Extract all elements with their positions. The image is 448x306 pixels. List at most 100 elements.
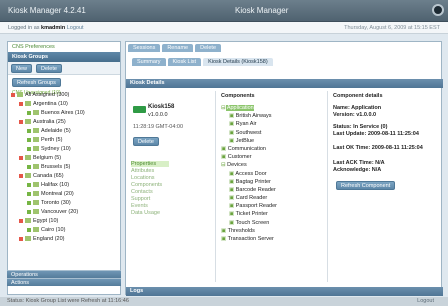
component-item[interactable]: ▣ Touch Screen [229, 220, 277, 228]
expand-icon[interactable] [19, 119, 23, 124]
component-item[interactable]: ▣ Bagtag Printer [229, 179, 277, 187]
component-item[interactable]: ▣ Transaction Server [221, 236, 277, 244]
kiosk-timestamp: 11:28:19 GMT-04:00 [133, 124, 184, 130]
tree-item-label: Buenos Aires (10) [41, 109, 85, 116]
tree-item[interactable]: Halifax (10) [27, 180, 119, 189]
expand-icon[interactable] [27, 227, 31, 232]
component-label: Customer [226, 154, 252, 161]
tree-item[interactable]: Buenos Aires (10) [27, 108, 119, 117]
operations-accordion[interactable]: Operations [7, 270, 121, 278]
expand-icon[interactable] [19, 236, 23, 241]
tree-item[interactable]: Sydney (10) [27, 144, 119, 153]
folder-icon [33, 128, 39, 133]
tree-item[interactable]: Belgium (5) [19, 153, 119, 162]
component-item[interactable]: ▣ Customer [221, 154, 277, 162]
user-bar: Logged in as kmadmin Logout Thursday, Au… [0, 22, 448, 34]
refresh-component-button[interactable]: Refresh Component [336, 181, 396, 190]
tree-item[interactable]: England (20) [19, 234, 119, 243]
component-item[interactable]: ▣ Access Door [229, 171, 277, 179]
kiosk-delete-button[interactable]: Delete [133, 137, 159, 146]
component-item[interactable]: ▣ JetBlue [229, 138, 277, 146]
component-label: Thresholds [226, 227, 255, 234]
delete-group-button[interactable]: Delete [36, 64, 62, 73]
expand-icon[interactable] [27, 164, 31, 169]
support-link[interactable]: Support [131, 196, 169, 202]
sessions-tab[interactable]: Sessions [128, 44, 161, 52]
attributes-link[interactable]: Attributes [131, 168, 169, 174]
status-logout[interactable]: Logout [417, 298, 434, 304]
tree-item-label: Perth (5) [41, 136, 63, 143]
data-usage-link[interactable]: Data Usage [131, 210, 169, 216]
expand-icon[interactable] [19, 218, 23, 223]
last-ok-time: Last OK Time: 2009-08-11 11:25:04 [333, 145, 423, 151]
locations-link[interactable]: Locations [131, 175, 169, 181]
tree-item[interactable]: Vancouver (20) [27, 207, 119, 216]
component-item[interactable]: ⊟ Devices [221, 162, 277, 170]
new-button[interactable]: New [11, 64, 33, 73]
events-link[interactable]: Events [131, 203, 169, 209]
component-label: Application [225, 105, 254, 111]
tree-item[interactable]: Montreal (20) [27, 189, 119, 198]
tree-item[interactable]: Cairo (10) [27, 225, 119, 234]
delete-tab[interactable]: Delete [195, 44, 222, 52]
tree-item[interactable]: Brussels (5) [27, 162, 119, 171]
component-tree: ⊟ Application ▣ British Airways ▣ Ryan Air… [221, 105, 277, 244]
kiosk-list-tab[interactable]: Kiosk List [167, 58, 202, 66]
folder-icon [25, 155, 31, 160]
component-item[interactable]: ▣ Passport Reader [229, 203, 277, 211]
app-logo-icon [432, 4, 444, 16]
kiosk-version: v1.0.0.0 [148, 112, 168, 118]
component-name: Name: Application [333, 105, 382, 111]
components-link[interactable]: Components [131, 182, 169, 188]
expand-icon[interactable] [27, 182, 31, 187]
tree-item[interactable]: All Assigned (300) [11, 90, 119, 99]
summary-tab[interactable]: Summary [132, 58, 166, 66]
preferences-link[interactable]: CNS Preferences [8, 42, 120, 52]
component-item[interactable]: ▣ Card Reader [229, 195, 277, 203]
properties-link[interactable]: Properties [131, 161, 169, 167]
tree-item-label: Cairo (10) [41, 226, 66, 233]
tree-item[interactable]: Australia (25) [19, 117, 119, 126]
tree-item[interactable]: Perth (5) [27, 135, 119, 144]
component-item[interactable]: ⊟ Application [221, 105, 277, 113]
component-item[interactable]: ▣ British Airways [229, 113, 277, 121]
rename-tab[interactable]: Rename [162, 44, 194, 52]
kiosk-details-tab[interactable]: Kiosk Details (Kiosk158) [203, 58, 273, 66]
expand-icon[interactable] [27, 146, 31, 151]
tree-item-label: England (20) [33, 235, 65, 242]
expand-icon[interactable] [27, 137, 31, 142]
component-status-icon: ⊟ [221, 105, 226, 111]
contacts-link[interactable]: Contacts [131, 189, 169, 195]
tree-item[interactable]: Toronto (30) [27, 198, 119, 207]
component-item[interactable]: ▣ Southwest [229, 130, 277, 138]
component-item[interactable]: ▣ Barcode Reader [229, 187, 277, 195]
tree-item[interactable]: Egypt (10) [19, 216, 119, 225]
component-label: Card Reader [234, 195, 268, 202]
refresh-groups-button[interactable]: Refresh Groups [12, 78, 61, 87]
expand-icon[interactable] [27, 200, 31, 205]
expand-icon[interactable] [19, 173, 23, 178]
expand-icon[interactable] [19, 101, 23, 106]
component-item[interactable]: ▣ Thresholds [221, 228, 277, 236]
expand-icon[interactable] [27, 110, 31, 115]
kiosk-device-icon [133, 106, 146, 113]
logout-link[interactable]: Logout [67, 25, 84, 31]
component-label: Southwest [234, 129, 262, 136]
expand-icon[interactable] [27, 191, 31, 196]
folder-icon [25, 101, 31, 106]
component-item[interactable]: ▣ Communication [221, 146, 277, 154]
expand-icon[interactable] [19, 155, 23, 160]
component-details-title: Component details [333, 93, 383, 99]
tree-item[interactable]: Canada (65) [19, 171, 119, 180]
tree-item[interactable]: Adelaide (5) [27, 126, 119, 135]
tree-item-label: Vancouver (20) [41, 208, 79, 215]
timestamp: Thursday, August 6, 2009 at 15:15 EST [344, 25, 440, 31]
expand-icon[interactable] [11, 92, 15, 97]
tree-item-label: Belgium (5) [33, 154, 62, 161]
actions-accordion[interactable]: Actions [7, 278, 121, 286]
expand-icon[interactable] [27, 128, 31, 133]
component-item[interactable]: ▣ Ryan Air [229, 121, 277, 129]
expand-icon[interactable] [27, 209, 31, 214]
component-item[interactable]: ▣ Ticket Printer [229, 211, 277, 219]
tree-item[interactable]: Argentina (10) [19, 99, 119, 108]
